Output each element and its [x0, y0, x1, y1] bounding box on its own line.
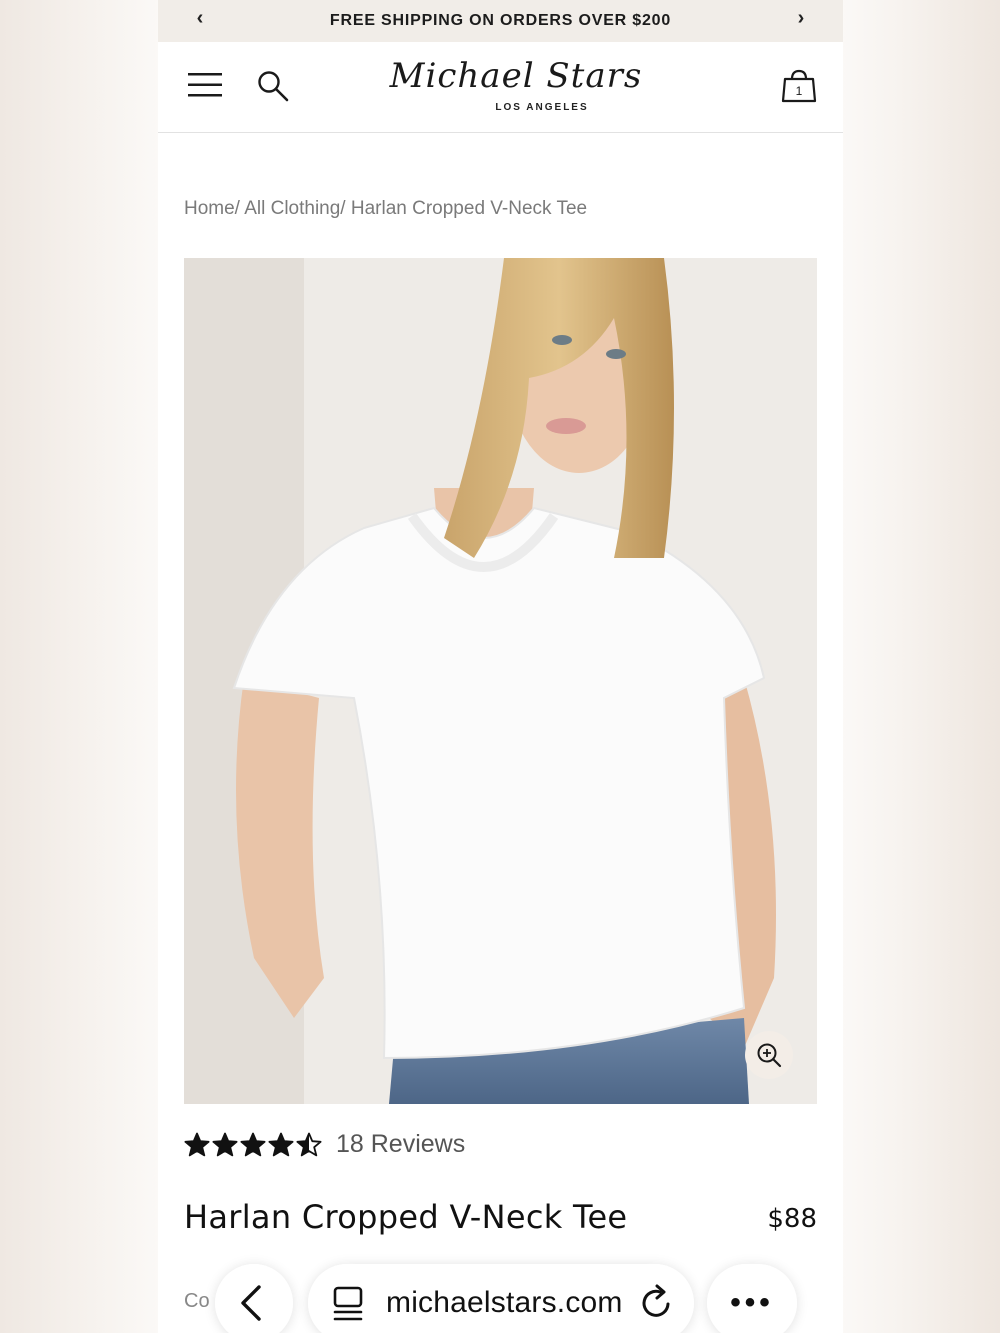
zoom-in-icon — [757, 1043, 782, 1068]
star-full-icon — [212, 1132, 238, 1156]
more-dots-icon: ••• — [730, 1286, 774, 1319]
search-icon[interactable] — [257, 70, 289, 102]
breadcrumb: Home/ All Clothing/ Harlan Cropped V-Nec… — [184, 198, 587, 220]
promo-text: FREE SHIPPING ON ORDERS OVER $200 — [329, 12, 672, 29]
cart-count: 1 — [796, 84, 803, 98]
product-price: $88 — [767, 1204, 817, 1234]
breadcrumb-home[interactable]: Home/ — [184, 198, 240, 219]
model-illustration — [184, 258, 817, 1104]
breadcrumb-category[interactable]: All Clothing/ — [240, 198, 345, 219]
review-count[interactable]: 18 Reviews — [336, 1130, 465, 1159]
more-options-button[interactable]: ••• — [707, 1264, 797, 1333]
promo-banner: ‹ FREE SHIPPING ON ORDERS OVER $200 › — [158, 0, 843, 42]
address-bar[interactable]: michaelstars.com — [308, 1264, 694, 1333]
star-rating — [184, 1132, 322, 1158]
star-full-icon — [240, 1132, 266, 1156]
breadcrumb-current: Harlan Cropped V-Neck Tee — [345, 198, 588, 219]
star-full-icon — [184, 1132, 210, 1156]
hamburger-menu-icon[interactable] — [188, 72, 222, 98]
site-header: Michael Stars LOS ANGELES 1 — [158, 42, 843, 133]
product-title: Harlan Cropped V-Neck Tee — [184, 1198, 628, 1236]
promo-prev-arrow[interactable]: ‹ — [188, 7, 212, 30]
star-full-icon — [268, 1132, 294, 1156]
chevron-left-icon — [241, 1285, 261, 1321]
promo-next-arrow[interactable]: › — [789, 7, 813, 30]
product-page: ‹ FREE SHIPPING ON ORDERS OVER $200 › Mi… — [158, 0, 843, 1333]
rating-row[interactable]: 18 Reviews — [184, 1130, 465, 1159]
back-button[interactable] — [215, 1264, 293, 1333]
browser-toolbar: michaelstars.com ••• — [0, 1262, 1000, 1333]
logo-subtitle: LOS ANGELES — [495, 102, 589, 113]
star-half-icon — [296, 1132, 322, 1156]
brand-logo[interactable]: Michael Stars LOS ANGELES — [388, 56, 668, 120]
tab-overview-icon — [333, 1286, 363, 1321]
zoom-button[interactable] — [745, 1031, 793, 1079]
product-photo[interactable] — [184, 258, 817, 1104]
shopping-bag-icon[interactable]: 1 — [781, 69, 817, 103]
url-text: michaelstars.com — [386, 1286, 623, 1319]
reload-icon[interactable] — [640, 1284, 674, 1320]
logo-script: Michael Stars — [389, 56, 643, 96]
